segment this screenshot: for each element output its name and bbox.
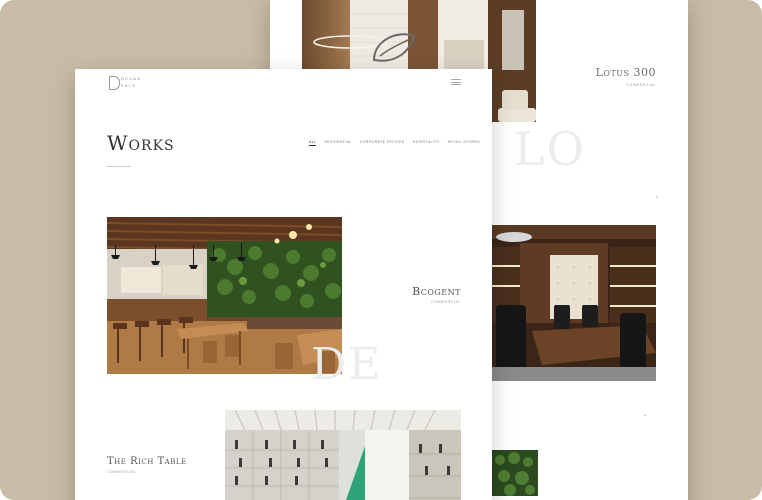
filter-retail-stores[interactable]: Retail Stores <box>448 140 480 146</box>
rich-table-category: Commercial <box>107 470 137 474</box>
logo-mark-icon <box>109 76 120 90</box>
title-underline <box>107 166 131 167</box>
logo-line-1: DEVAN <box>121 76 142 81</box>
lotus-watermark: LO <box>514 122 587 176</box>
filter-all[interactable]: All <box>309 140 317 146</box>
site-logo[interactable]: DEVAN PALE <box>109 75 153 91</box>
bcogent-category: Commercial <box>431 300 461 304</box>
conference-room-image[interactable] <box>492 225 656 381</box>
small-dot-2 <box>644 414 646 416</box>
rich-table-title[interactable]: The Rich Table <box>107 456 187 467</box>
small-dot <box>656 196 658 198</box>
bcogent-title[interactable]: Bcogent <box>375 285 461 298</box>
filter-corporate-offices[interactable]: Corporate Offices <box>360 140 405 146</box>
green-wall-image[interactable] <box>492 450 538 496</box>
menu-icon[interactable] <box>451 79 461 85</box>
filter-nav: All Residential Corporate Offices Hospit… <box>309 140 480 146</box>
bcogent-image[interactable] <box>107 217 342 374</box>
lotus-300-category: Commercial <box>626 83 656 87</box>
filter-residential[interactable]: Residential <box>324 140 351 146</box>
bcogent-watermark: DE <box>311 339 383 390</box>
front-page: DEVAN PALE Works All Residential Corpora… <box>75 69 492 500</box>
mockup-backdrop: Lotus 300 Commercial LO <box>0 0 762 500</box>
lotus-300-title[interactable]: Lotus 300 <box>570 66 656 79</box>
page-title: Works <box>107 131 175 155</box>
logo-line-2: PALE <box>121 83 137 88</box>
rich-table-image[interactable] <box>225 410 461 500</box>
filter-hospitality[interactable]: Hospitality <box>413 140 440 146</box>
